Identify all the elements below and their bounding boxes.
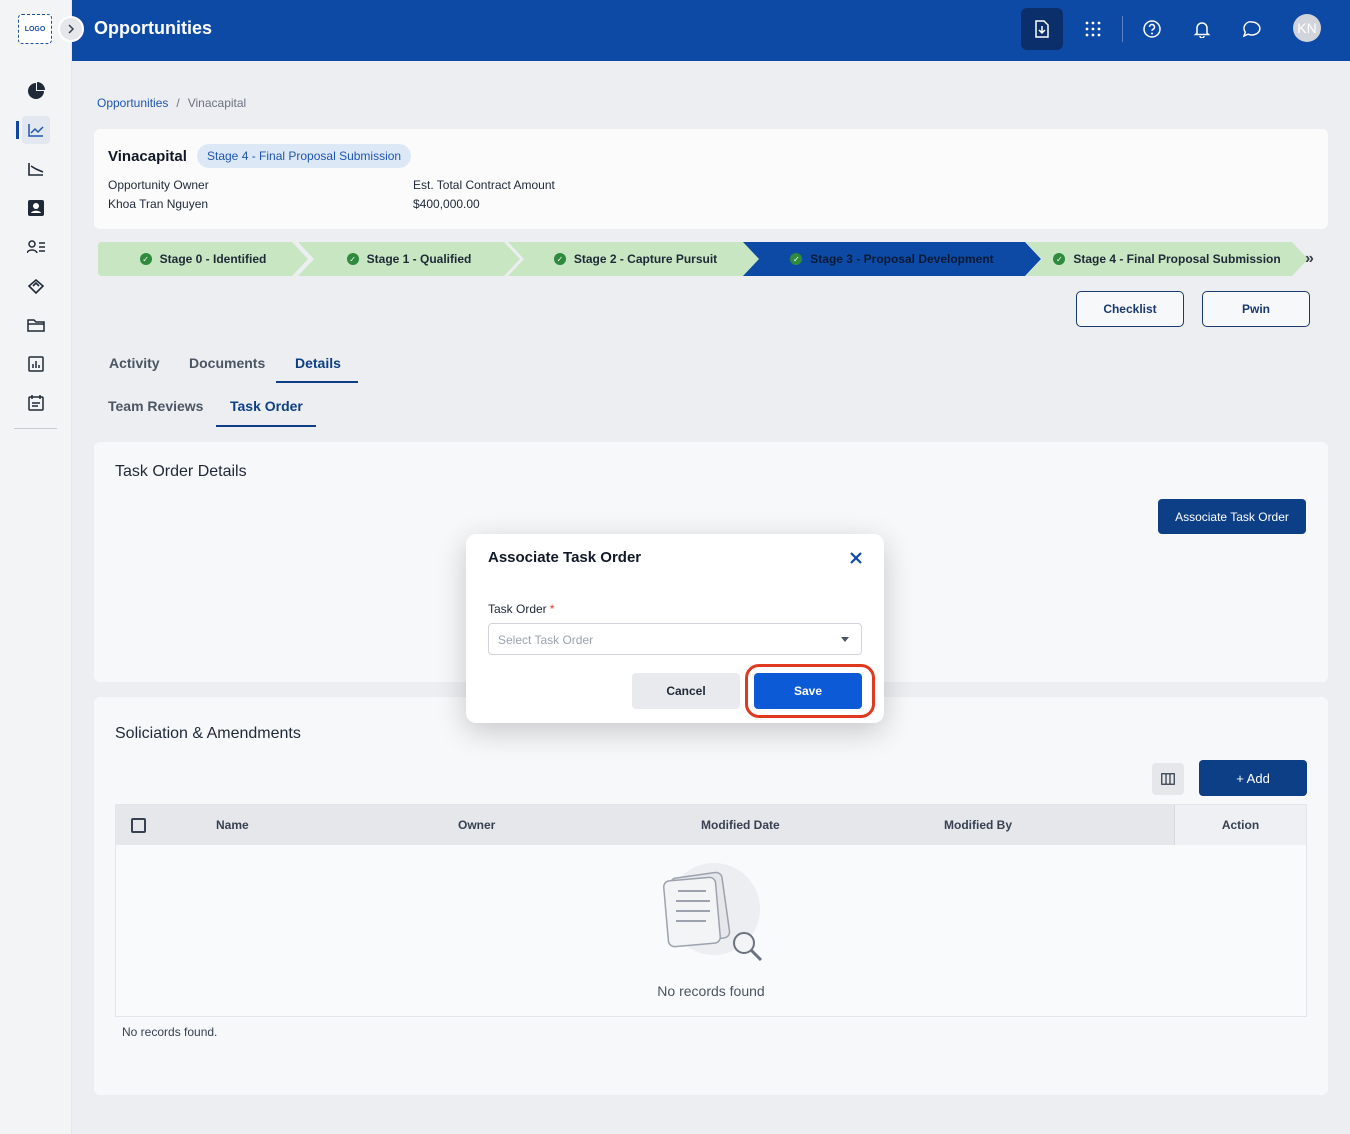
close-button[interactable] [849,551,867,569]
required-asterisk: * [549,602,555,616]
task-order-select[interactable]: Select Task Order [488,623,862,655]
cancel-button[interactable]: Cancel [632,673,740,709]
caret-down-icon [841,637,849,642]
task-order-label-text: Task Order [488,602,547,616]
sidebar-expand-button[interactable] [58,16,84,42]
close-icon [850,552,862,564]
dialog-title: Associate Task Order [488,549,642,566]
task-order-select-placeholder: Select Task Order [498,633,594,647]
chevron-right-icon [68,24,75,34]
save-button-highlight [745,664,875,718]
task-order-label: Task Order * [488,602,554,616]
